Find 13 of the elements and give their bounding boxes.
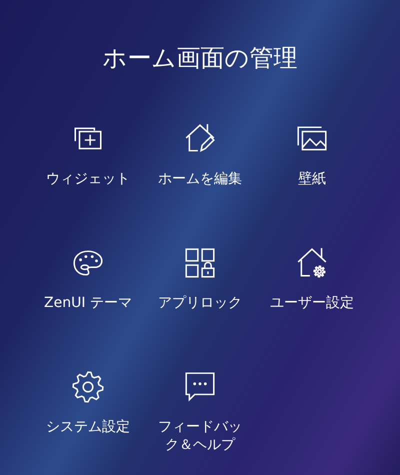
menu-item[interactable]: ZenUI テーマ bbox=[44, 294, 132, 312]
chat-bubble-icon[interactable] bbox=[183, 370, 217, 404]
menu-item[interactable]: システム設定 bbox=[46, 418, 130, 436]
menu-item[interactable]: アプリロック bbox=[158, 294, 242, 312]
menu-item[interactable]: ウィジェット bbox=[46, 170, 130, 188]
menu-item[interactable]: フィードバック＆ヘルプ bbox=[154, 418, 246, 454]
settings-icon[interactable] bbox=[71, 370, 105, 404]
screen-title: ホーム画面の管理 bbox=[102, 43, 298, 74]
menu-item[interactable]: ホームを編集 bbox=[158, 170, 242, 188]
menu-item[interactable]: ユーザー設定 bbox=[270, 294, 354, 312]
menu-item[interactable]: 壁紙 bbox=[298, 170, 326, 188]
home-gear-icon[interactable] bbox=[295, 246, 329, 280]
grid-lock-icon[interactable] bbox=[183, 246, 217, 280]
